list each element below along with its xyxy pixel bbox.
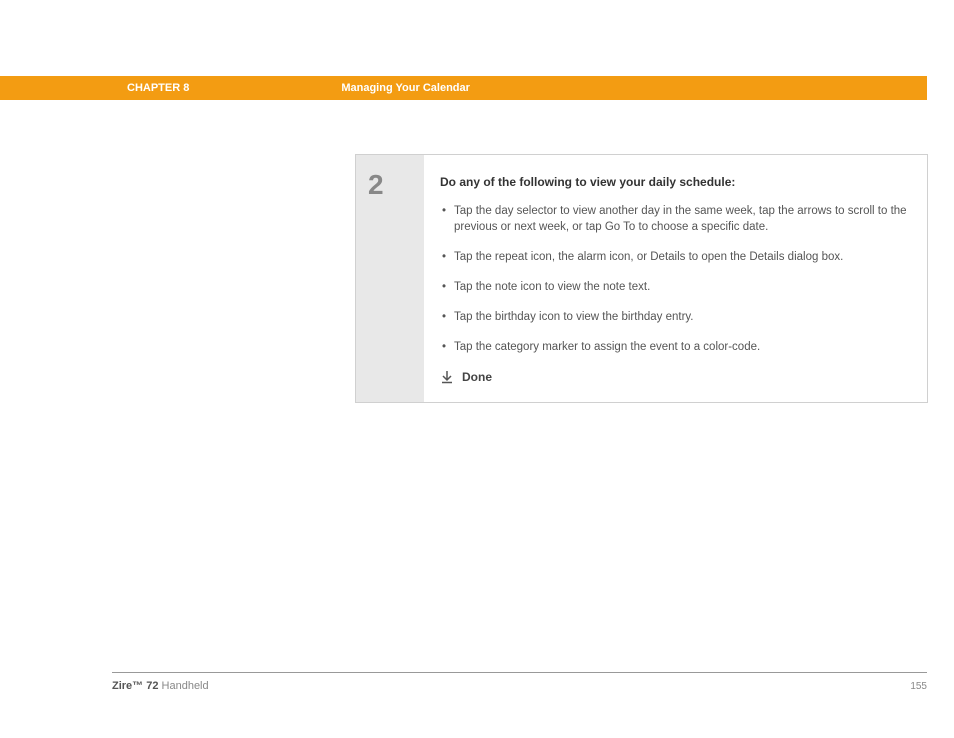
list-item: Tap the repeat icon, the alarm icon, or … [440, 249, 909, 265]
list-item: Tap the note icon to view the note text. [440, 279, 909, 295]
done-arrow-icon [440, 370, 454, 384]
page-number: 155 [910, 681, 927, 692]
step-heading: Do any of the following to view your dai… [440, 175, 909, 189]
list-item: Tap the birthday icon to view the birthd… [440, 309, 909, 325]
list-item: Tap the category marker to assign the ev… [440, 339, 909, 355]
list-item: Tap the day selector to view another day… [440, 203, 909, 235]
chapter-header: CHAPTER 8 Managing Your Calendar [0, 76, 927, 100]
product-name-suffix: Handheld [158, 680, 208, 692]
step-box: 2 Do any of the following to view your d… [355, 154, 928, 403]
footer-rule [112, 672, 927, 673]
product-name: Zire™ 72 Handheld [112, 680, 209, 692]
step-content: Do any of the following to view your dai… [424, 155, 927, 402]
done-row: Done [440, 370, 909, 384]
product-name-bold: Zire™ 72 [112, 680, 158, 692]
chapter-title: Managing Your Calendar [341, 82, 470, 94]
done-label: Done [462, 370, 492, 384]
step-number: 2 [368, 169, 424, 201]
step-bullet-list: Tap the day selector to view another day… [440, 203, 909, 356]
footer: Zire™ 72 Handheld 155 [112, 680, 927, 692]
step-number-column: 2 [356, 155, 424, 402]
chapter-label: CHAPTER 8 [127, 82, 189, 94]
